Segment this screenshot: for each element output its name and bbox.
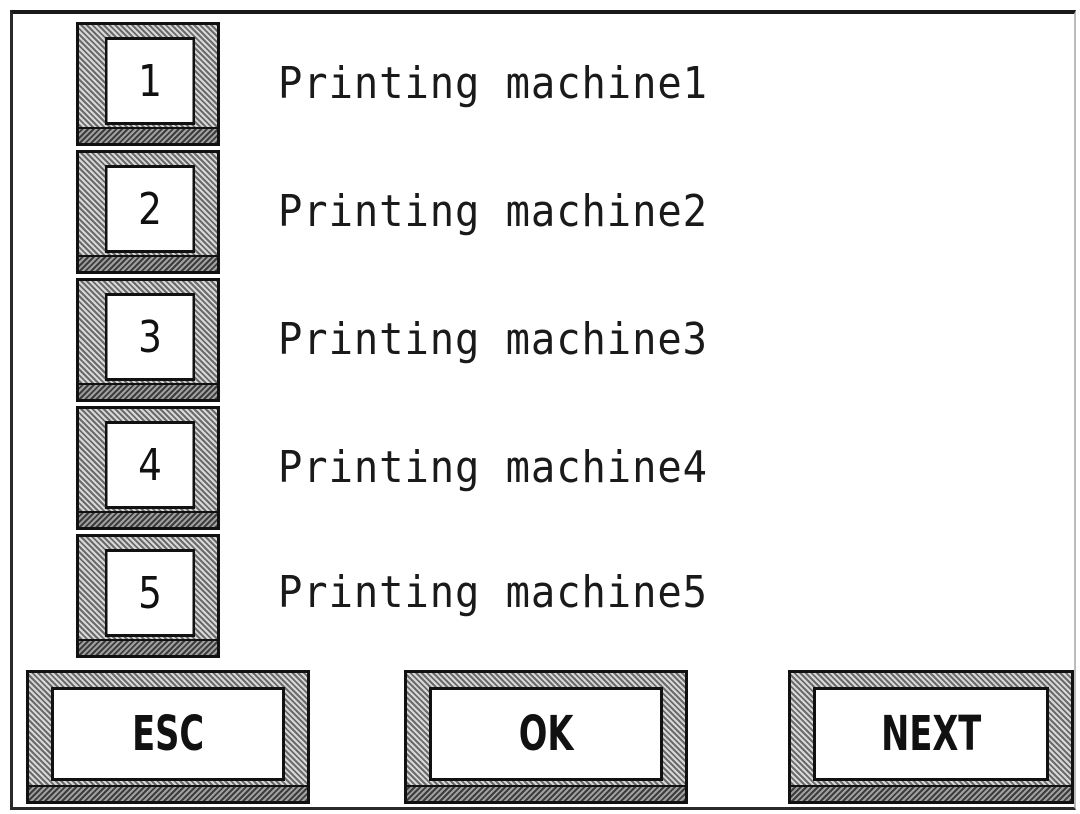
next-button-face: NEXT — [813, 687, 1049, 781]
machine-5-number: 5 — [138, 567, 162, 619]
machine-1-label: Printing machine1 — [278, 58, 708, 109]
ok-button-face: OK — [429, 687, 663, 781]
button-bevel — [79, 639, 217, 655]
machine-2-button[interactable]: 2 — [76, 150, 220, 274]
machine-4-label: Printing machine4 — [278, 442, 708, 493]
machine-2-label: Printing machine2 — [278, 186, 708, 237]
machine-5-label: Printing machine5 — [278, 567, 708, 618]
machine-5-face: 5 — [104, 549, 196, 637]
button-bevel — [791, 785, 1071, 801]
machine-4-button[interactable]: 4 — [76, 406, 220, 530]
esc-button-face: ESC — [51, 687, 285, 781]
machine-4-face: 4 — [104, 421, 196, 509]
button-bevel — [29, 785, 307, 801]
machine-1-button[interactable]: 1 — [76, 22, 220, 146]
button-bevel — [79, 511, 217, 527]
button-bevel — [407, 785, 685, 801]
machine-1-face: 1 — [104, 37, 196, 125]
machine-3-number: 3 — [138, 311, 162, 363]
next-button[interactable]: NEXT — [788, 670, 1074, 804]
machine-2-number: 2 — [138, 183, 162, 235]
machine-2-face: 2 — [104, 165, 196, 253]
machine-3-face: 3 — [104, 293, 196, 381]
button-bevel — [79, 255, 217, 271]
machine-1-number: 1 — [138, 55, 162, 107]
ok-button[interactable]: OK — [404, 670, 688, 804]
next-button-label: NEXT — [880, 706, 982, 762]
machine-5-button[interactable]: 5 — [76, 534, 220, 658]
button-bevel — [79, 383, 217, 399]
machine-3-label: Printing machine3 — [278, 314, 708, 365]
machine-3-button[interactable]: 3 — [76, 278, 220, 402]
esc-button[interactable]: ESC — [26, 670, 310, 804]
ok-button-label: OK — [518, 706, 574, 762]
machine-4-number: 4 — [138, 439, 162, 491]
esc-button-label: ESC — [131, 706, 204, 762]
machine-number-column: 1 2 3 4 5 — [76, 22, 220, 658]
button-bevel — [79, 127, 217, 143]
